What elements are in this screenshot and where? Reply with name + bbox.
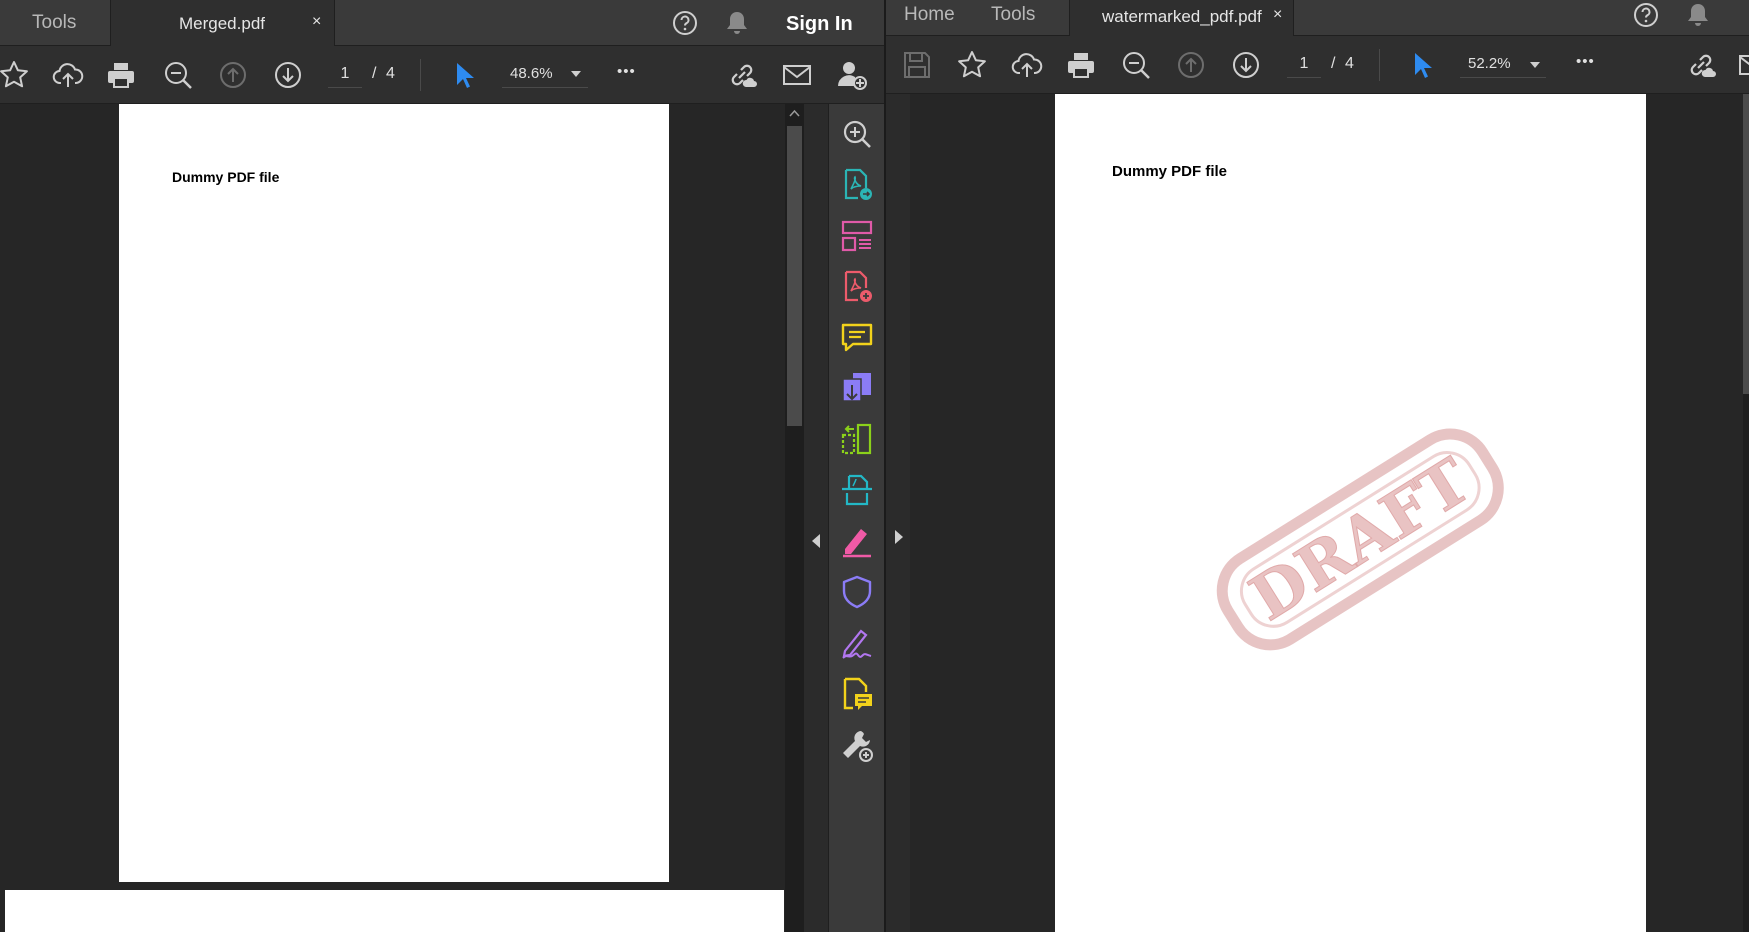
tab-document-name: Merged.pdf xyxy=(179,14,265,33)
share-link-icon[interactable] xyxy=(726,59,758,91)
tab-document-merged[interactable]: Merged.pdf × xyxy=(110,0,335,46)
organize-pages-icon[interactable] xyxy=(839,218,875,254)
request-signature-icon[interactable] xyxy=(839,625,875,661)
toolbar-divider xyxy=(1379,49,1380,81)
more-options-button[interactable]: ••• xyxy=(1576,53,1595,70)
export-pdf-icon[interactable] xyxy=(839,167,875,203)
bell-icon[interactable] xyxy=(1686,2,1710,33)
close-tab-button[interactable]: × xyxy=(312,13,321,31)
sign-in-button[interactable]: Sign In xyxy=(786,13,853,36)
more-options-button[interactable]: ••• xyxy=(617,63,636,80)
scan-ocr-icon[interactable] xyxy=(839,472,875,508)
select-cursor-icon[interactable] xyxy=(448,59,480,91)
email-icon[interactable] xyxy=(1737,49,1749,81)
draft-watermark-stamp: DRAFT xyxy=(1216,428,1504,651)
select-cursor-icon[interactable] xyxy=(1406,49,1438,81)
tab-tools[interactable]: Tools xyxy=(32,12,76,34)
zoom-out-icon[interactable] xyxy=(1120,49,1152,81)
close-tab-button[interactable]: × xyxy=(1273,6,1282,24)
bell-icon[interactable] xyxy=(725,10,749,41)
toolbar-divider xyxy=(420,59,421,91)
scrollbar-thumb[interactable] xyxy=(787,126,802,426)
upload-cloud-icon[interactable] xyxy=(52,59,84,91)
acrobat-window-left: Tools Merged.pdf × Sign In 1 / 4 48.6% •… xyxy=(0,0,884,932)
create-pdf-icon[interactable] xyxy=(839,269,875,305)
pane-gutter xyxy=(804,104,828,932)
toolbar: 1 / 4 48.6% ••• xyxy=(0,46,884,104)
page-separator: / xyxy=(1331,55,1336,72)
expand-pane-arrow[interactable] xyxy=(895,530,903,544)
print-icon[interactable] xyxy=(105,59,137,91)
fill-sign-icon[interactable] xyxy=(839,523,875,559)
enhance-scan-icon[interactable] xyxy=(839,116,875,152)
page-number-input[interactable]: 1 xyxy=(328,62,362,88)
send-for-comments-icon[interactable] xyxy=(839,676,875,712)
pane-gutter xyxy=(886,94,910,932)
vertical-scrollbar[interactable] xyxy=(785,104,804,932)
star-icon[interactable] xyxy=(956,49,988,81)
previous-page-icon[interactable] xyxy=(1175,49,1207,81)
zoom-out-icon[interactable] xyxy=(162,59,194,91)
tools-pane xyxy=(828,104,884,932)
page-heading: Dummy PDF file xyxy=(172,169,280,185)
tab-bar: Home Tools watermarked_pdf.pdf × xyxy=(886,0,1749,36)
zoom-dropdown-caret[interactable] xyxy=(571,71,581,77)
pdf-page: Dummy PDF file xyxy=(119,104,669,882)
comment-icon[interactable] xyxy=(839,320,875,356)
acrobat-window-right: Home Tools watermarked_pdf.pdf × 1 / 4 5… xyxy=(886,0,1749,932)
upload-cloud-icon[interactable] xyxy=(1011,49,1043,81)
add-user-icon[interactable] xyxy=(836,59,868,91)
pdf-page: Dummy PDF file DRAFT xyxy=(1055,94,1646,932)
next-page-icon[interactable] xyxy=(1230,49,1262,81)
page-total: 4 xyxy=(1345,55,1354,72)
collapse-pane-arrow[interactable] xyxy=(812,534,820,548)
more-tools-icon[interactable] xyxy=(839,727,875,763)
previous-page-icon[interactable] xyxy=(217,59,249,91)
page-heading: Dummy PDF file xyxy=(1112,163,1228,180)
star-icon[interactable] xyxy=(0,59,30,91)
tab-tools[interactable]: Tools xyxy=(991,4,1035,26)
combine-files-icon[interactable] xyxy=(839,371,875,407)
tab-bar: Tools Merged.pdf × Sign In xyxy=(0,0,884,46)
document-view[interactable]: Dummy PDF file DRAFT xyxy=(910,94,1749,932)
tab-document-name: watermarked_pdf.pdf xyxy=(1102,7,1262,26)
share-link-icon[interactable] xyxy=(1685,49,1717,81)
vertical-scrollbar[interactable] xyxy=(1743,94,1749,932)
print-icon[interactable] xyxy=(1065,49,1097,81)
tab-document-watermarked[interactable]: watermarked_pdf.pdf × xyxy=(1069,0,1294,36)
help-icon[interactable] xyxy=(672,10,698,41)
pdf-page-next xyxy=(5,890,784,932)
page-separator: / xyxy=(372,65,377,82)
scrollbar-thumb[interactable] xyxy=(1743,94,1749,394)
document-view[interactable]: Dummy PDF file xyxy=(0,104,787,932)
compress-pdf-icon[interactable] xyxy=(839,421,875,457)
scroll-up-arrow[interactable] xyxy=(789,109,800,117)
email-icon[interactable] xyxy=(781,59,813,91)
tab-home[interactable]: Home xyxy=(904,4,955,26)
page-number-input[interactable]: 1 xyxy=(1287,52,1321,78)
toolbar: 1 / 4 52.2% ••• xyxy=(886,36,1749,94)
page-total: 4 xyxy=(386,65,395,82)
zoom-dropdown-caret[interactable] xyxy=(1530,62,1540,68)
next-page-icon[interactable] xyxy=(272,59,304,91)
protect-icon[interactable] xyxy=(839,574,875,610)
help-icon[interactable] xyxy=(1633,2,1659,33)
save-icon[interactable] xyxy=(901,49,933,81)
